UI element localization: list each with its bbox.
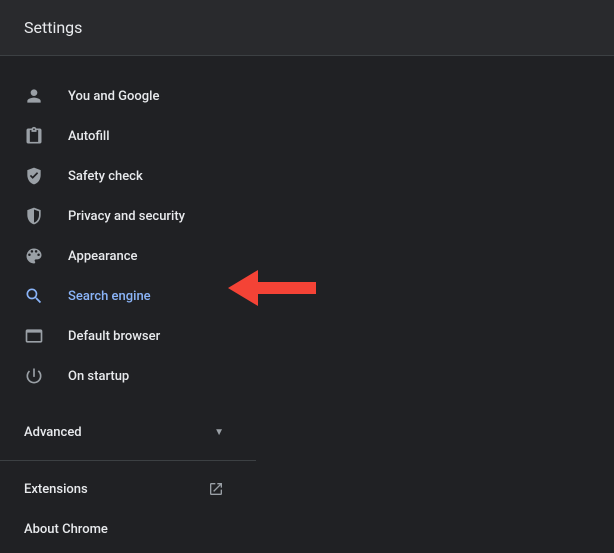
sidebar-item-privacy[interactable]: Privacy and security (0, 196, 256, 236)
sidebar-item-label: Search engine (68, 289, 151, 304)
advanced-label: Advanced (24, 425, 82, 440)
power-icon (24, 366, 44, 386)
sidebar-item-default-browser[interactable]: Default browser (0, 316, 256, 356)
sidebar-item-extensions[interactable]: Extensions (0, 469, 256, 509)
settings-header: Settings (0, 0, 614, 56)
sidebar-item-label: You and Google (68, 89, 159, 104)
sidebar-advanced-toggle[interactable]: Advanced ▼ (0, 412, 256, 452)
sidebar-item-safety-check[interactable]: Safety check (0, 156, 256, 196)
browser-icon (24, 326, 44, 346)
sidebar-item-label: Autofill (68, 129, 110, 144)
sidebar-item-appearance[interactable]: Appearance (0, 236, 256, 276)
sidebar-item-about-chrome[interactable]: About Chrome (0, 509, 256, 549)
clipboard-icon (24, 126, 44, 146)
open-in-new-icon (208, 481, 224, 497)
sidebar-item-on-startup[interactable]: On startup (0, 356, 256, 396)
extensions-label: Extensions (24, 482, 88, 497)
sidebar-item-label: Default browser (68, 329, 160, 344)
chevron-down-icon: ▼ (214, 427, 224, 438)
shield-check-icon (24, 166, 44, 186)
settings-sidebar: You and Google Autofill Safety check Pri… (0, 56, 256, 549)
sidebar-item-label: Safety check (68, 169, 143, 184)
sidebar-item-label: Privacy and security (68, 209, 185, 224)
page-title: Settings (24, 18, 82, 37)
sidebar-item-autofill[interactable]: Autofill (0, 116, 256, 156)
shield-icon (24, 206, 44, 226)
sidebar-item-label: Appearance (68, 249, 137, 264)
search-icon (24, 286, 44, 306)
person-icon (24, 86, 44, 106)
about-chrome-label: About Chrome (24, 522, 108, 537)
sidebar-item-you-and-google[interactable]: You and Google (0, 76, 256, 116)
sidebar-divider (0, 460, 256, 461)
sidebar-item-search-engine[interactable]: Search engine (0, 276, 256, 316)
palette-icon (24, 246, 44, 266)
sidebar-item-label: On startup (68, 369, 129, 384)
